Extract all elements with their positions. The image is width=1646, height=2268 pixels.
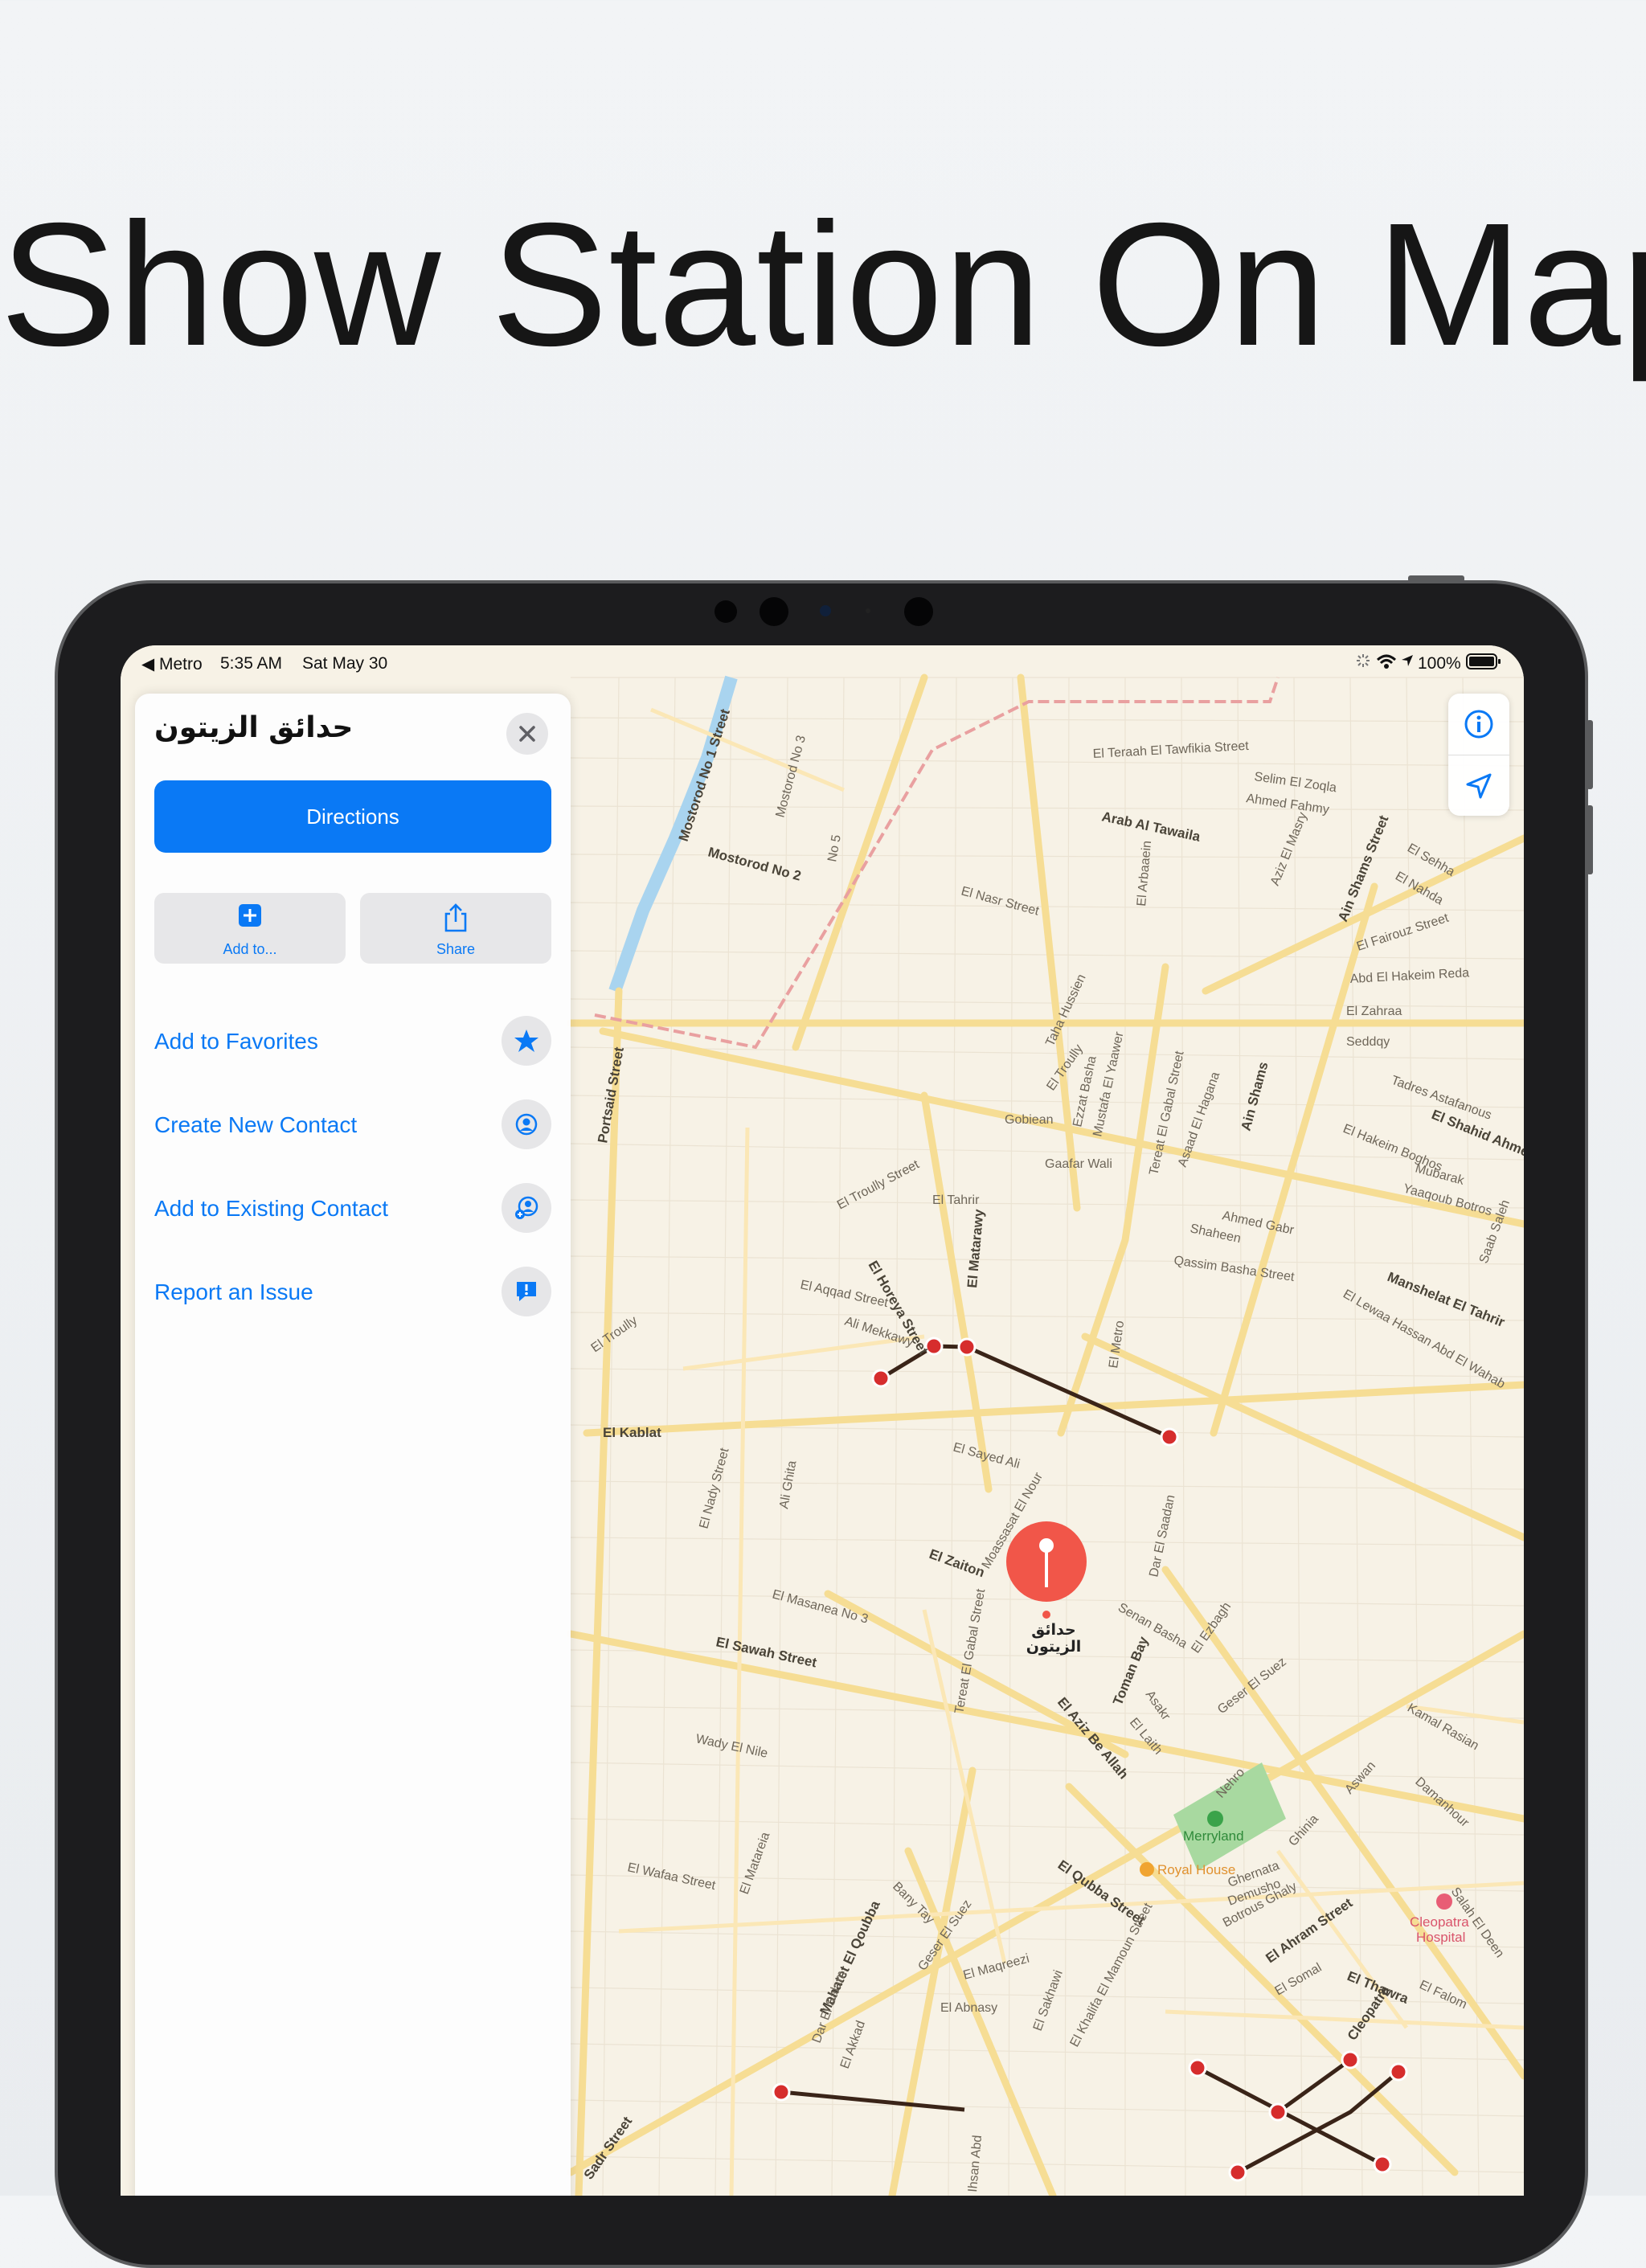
create-new-contact-row[interactable]: Create New Contact (154, 1091, 551, 1156)
status-time: 5:35 AM (220, 654, 283, 673)
report-an-issue-row[interactable]: Report an Issue (154, 1259, 551, 1323)
info-icon (1464, 710, 1493, 739)
battery-percent: 100% (1418, 654, 1461, 673)
activity-spinner-icon (1355, 653, 1371, 673)
poi-royal-house[interactable]: Royal House (1157, 1862, 1235, 1877)
info-button[interactable] (1448, 694, 1509, 755)
street-label: El Zahraa (1346, 1005, 1402, 1018)
poi-merryland[interactable]: Merryland (1183, 1828, 1244, 1844)
place-title: حدائق الزيتون (154, 711, 354, 744)
headline: Show Station On Map (0, 187, 1646, 383)
status-bar: ◀ Metro 5:35 AM Sat May 30 100% (121, 645, 1524, 681)
volume-up-button (1587, 720, 1593, 789)
station-pin-label: حدائق الزيتون (1026, 1621, 1082, 1656)
action-label: Add to Existing Contact (154, 1196, 389, 1221)
action-label: Create New Contact (154, 1112, 358, 1137)
add-contact-icon (502, 1183, 551, 1233)
close-button[interactable] (506, 713, 548, 755)
map-controls (1448, 694, 1509, 816)
add-to-label: Add to... (223, 941, 277, 957)
status-date: Sat May 30 (302, 654, 388, 673)
battery-icon (1466, 653, 1501, 675)
add-to-button[interactable]: Add to... (154, 893, 346, 964)
street-label: Gobiean (1005, 1113, 1054, 1127)
poi-hospital-line2: Hospital (1416, 1930, 1465, 1945)
share-label: Share (436, 941, 476, 957)
top-button (1408, 575, 1464, 582)
camera-dot (714, 600, 737, 623)
action-label: Add to Favorites (154, 1029, 318, 1054)
poi-hospital-line1: Cleopatra (1410, 1914, 1469, 1930)
add-to-favorites-row[interactable]: Add to Favorites (154, 1008, 551, 1072)
camera-dot-small (866, 608, 870, 613)
poi-hospital[interactable]: Cleopatra Hospital (1410, 1914, 1472, 1945)
camera-lens-2 (904, 597, 933, 626)
action-label: Report an Issue (154, 1279, 313, 1304)
location-services-icon (1400, 653, 1415, 673)
place-card: حدائق الزيتون Directions Add to... Share… (135, 694, 571, 2196)
contact-icon (502, 1099, 551, 1149)
volume-down-button (1587, 805, 1593, 874)
screen: Merryland Royal House Cleopatra Hospital… (121, 645, 1524, 2196)
street-label: Seddqy (1346, 1035, 1390, 1049)
wifi-icon (1376, 653, 1397, 674)
directions-button[interactable]: Directions (154, 780, 551, 853)
camera-lens (760, 597, 788, 626)
back-to-app-link[interactable]: ◀ Metro (141, 654, 203, 674)
street-label: El Tahrir (932, 1193, 980, 1207)
add-to-existing-contact-row[interactable]: Add to Existing Contact (154, 1175, 551, 1239)
locate-me-button[interactable] (1448, 755, 1509, 817)
location-arrow-icon (1466, 773, 1492, 799)
share-icon (360, 903, 551, 933)
close-icon (519, 726, 535, 742)
plus-square-icon (154, 903, 346, 933)
street-label: El Abnasy (940, 2001, 997, 2015)
report-icon (502, 1267, 551, 1316)
camera-sensor (820, 605, 831, 616)
street-label: Gaafar Wali (1045, 1157, 1112, 1171)
star-icon (502, 1016, 551, 1066)
share-button[interactable]: Share (360, 893, 551, 964)
street-label: El Kablat (603, 1425, 661, 1440)
